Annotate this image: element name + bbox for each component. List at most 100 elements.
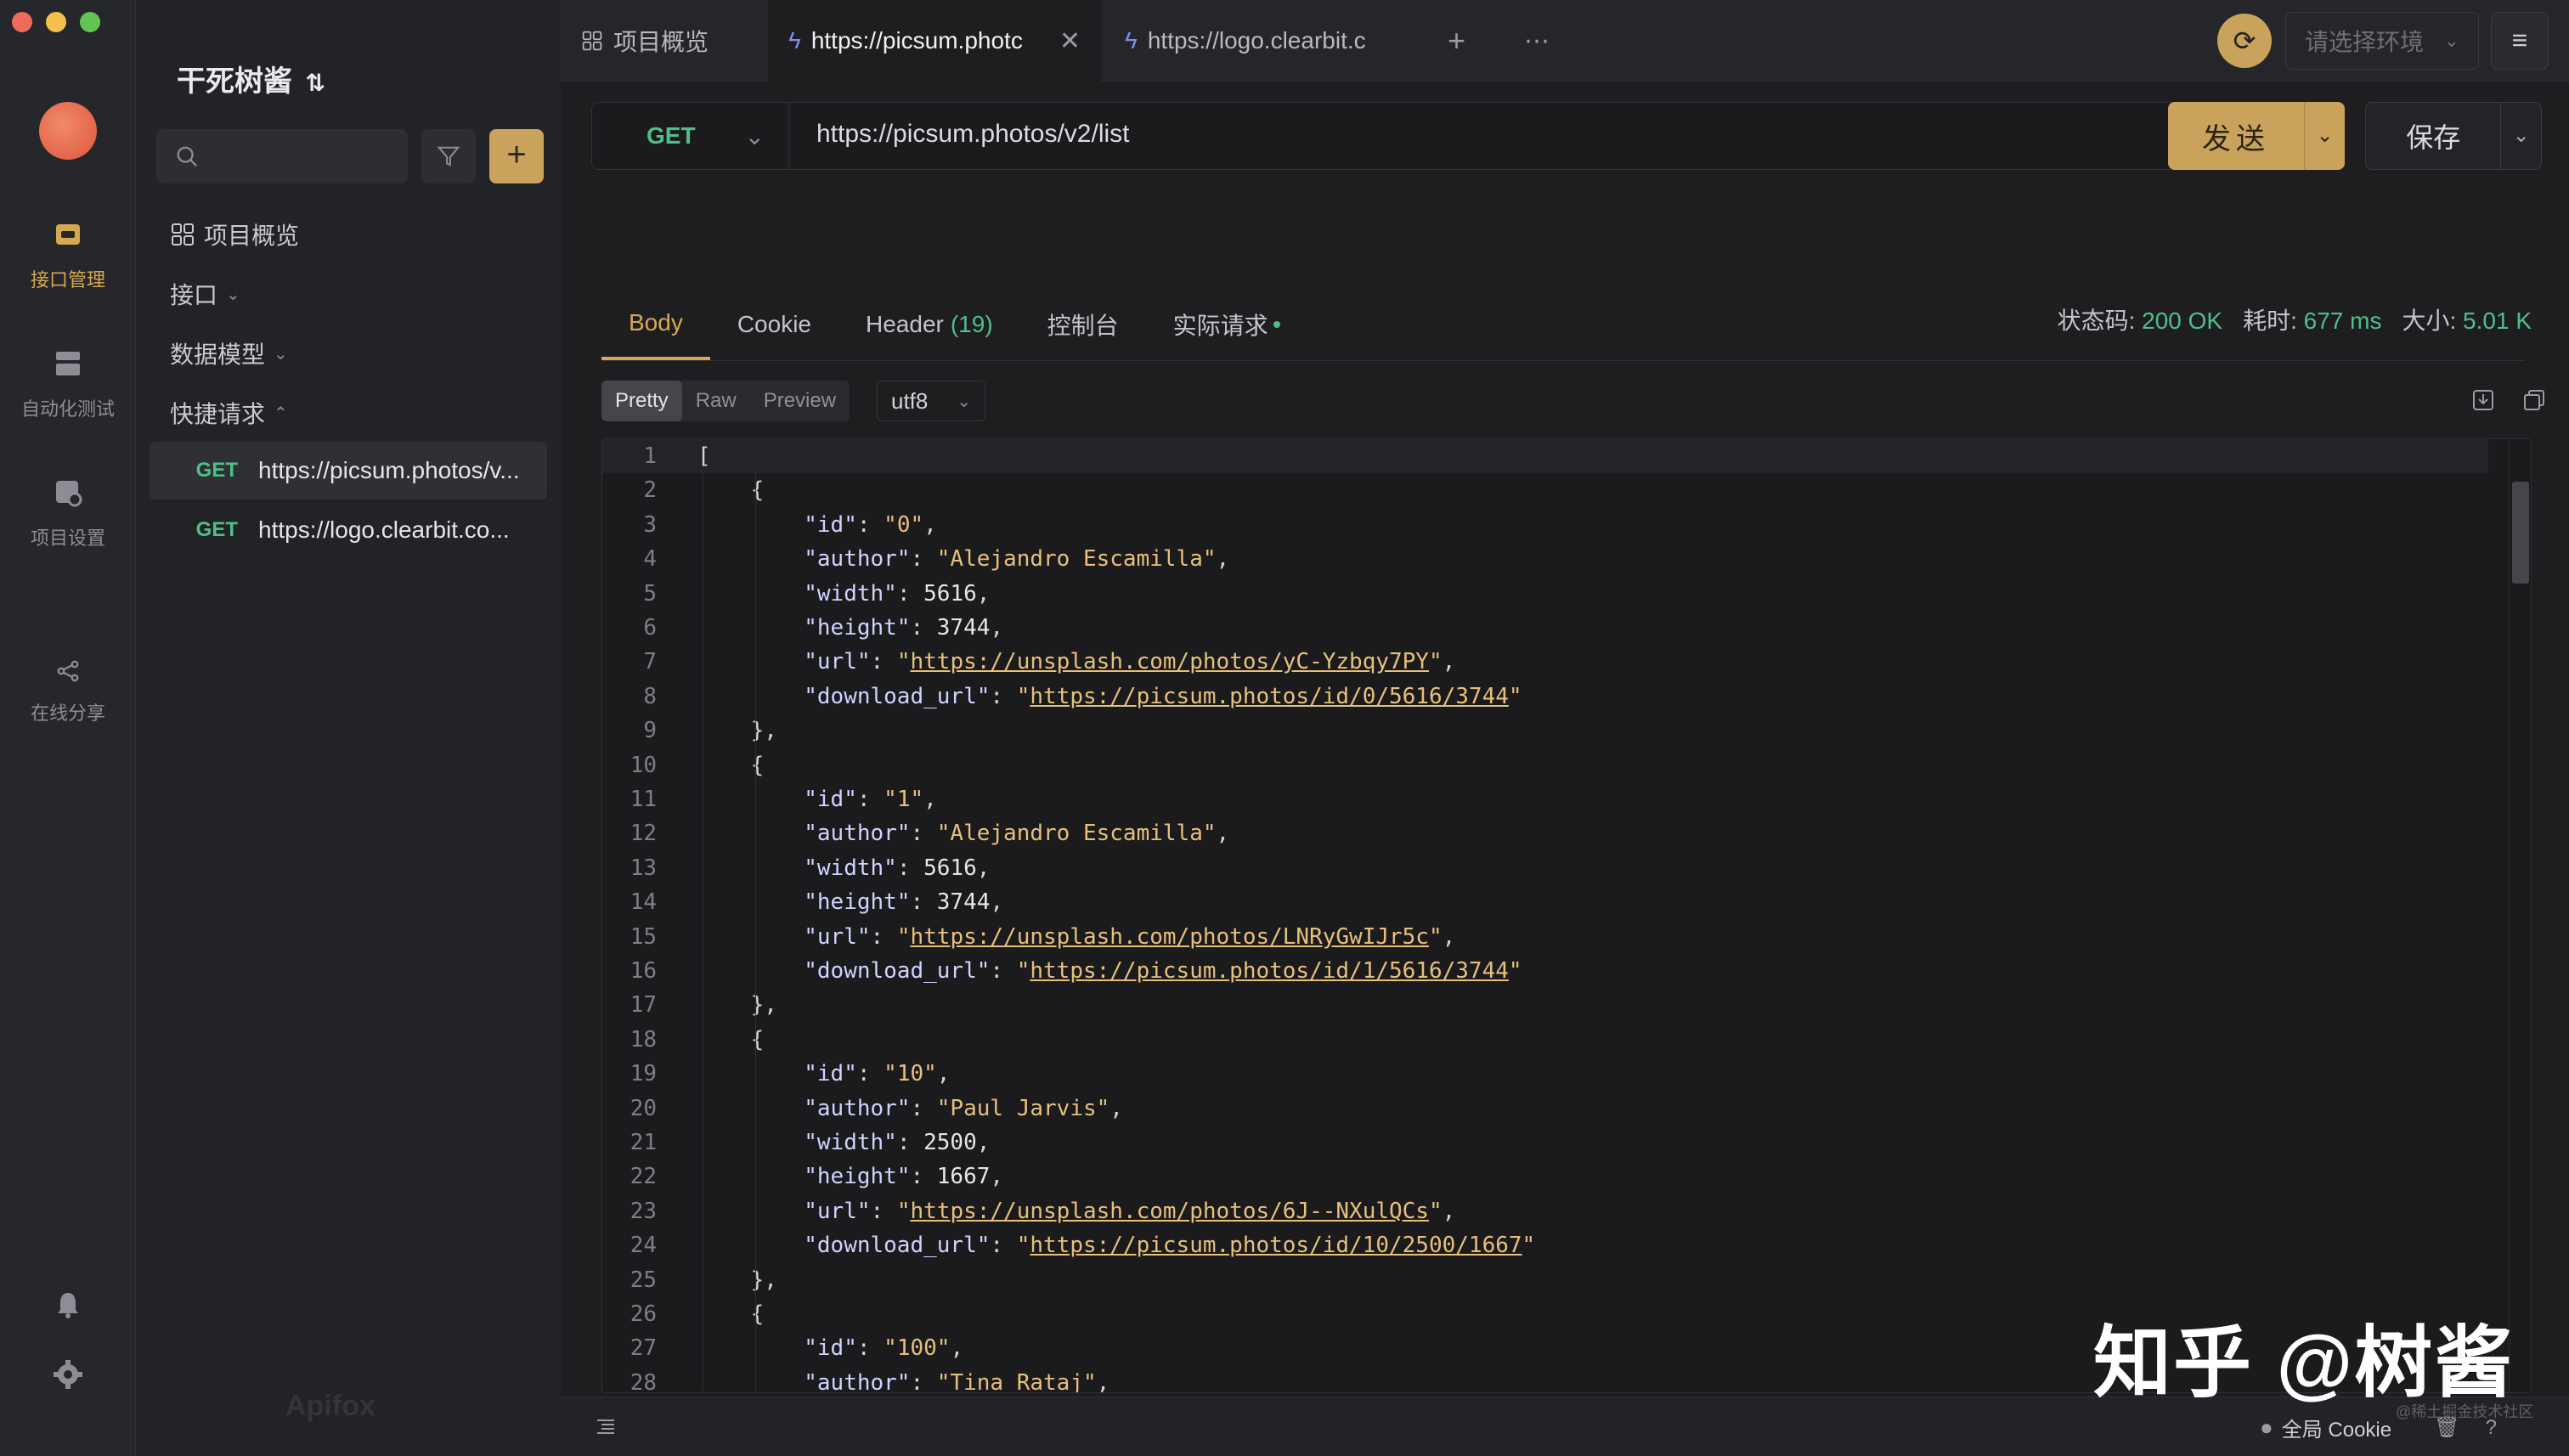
- sidebar-item-quick-requests[interactable]: 快捷请求 ⌃: [170, 396, 288, 430]
- tab-overview[interactable]: 项目概览: [561, 0, 765, 82]
- format-pretty[interactable]: Pretty: [601, 381, 682, 421]
- chevron-down-icon[interactable]: ⌄: [2500, 102, 2541, 170]
- line-number: 12: [630, 821, 657, 847]
- sidebar-item-apis[interactable]: 接口 ⌄: [170, 277, 240, 311]
- method-select[interactable]: GET ⌄: [592, 103, 789, 169]
- code-line: 24 "download_url": "https://picsum.photo…: [602, 1228, 2488, 1262]
- send-button[interactable]: 发送 ⌄: [2168, 102, 2345, 170]
- response-body-editor[interactable]: 1[2 {3 "id": "0", 4 "author": "Alejandro …: [601, 438, 2532, 1393]
- line-number: 23: [630, 1198, 657, 1224]
- format-preview[interactable]: Preview: [750, 381, 850, 421]
- code-line: 2 {: [602, 473, 2488, 507]
- request-url: https://logo.clearbit.co...: [258, 516, 510, 543]
- time-label: 耗时:: [2243, 308, 2297, 334]
- request-item[interactable]: GET https://picsum.photos/v...: [150, 442, 547, 499]
- request-item[interactable]: GET https://logo.clearbit.co...: [150, 501, 547, 559]
- line-number: 8: [643, 683, 657, 709]
- search-icon: [177, 146, 198, 167]
- gear-icon[interactable]: [53, 1359, 83, 1390]
- search-input[interactable]: [156, 129, 408, 183]
- sidebar-item-label: 快捷请求: [170, 401, 266, 427]
- tab-header[interactable]: Header (19): [838, 289, 1020, 360]
- save-label: 保存: [2406, 122, 2461, 153]
- main-panel: 项目概览 ϟ https://picsum.photc ✕ ϟ https://…: [561, 0, 2569, 1456]
- minimize-window-button[interactable]: [46, 12, 66, 32]
- refresh-icon: ⟳: [2233, 25, 2256, 56]
- code-text: [: [697, 443, 711, 469]
- rail-item-api-management[interactable]: 接口管理: [0, 217, 136, 292]
- plus-icon: +: [1448, 23, 1466, 58]
- code-line: 9 },: [602, 714, 2488, 748]
- line-number: 16: [630, 958, 657, 984]
- zhihu-watermark: 知乎 @树酱: [2093, 1320, 2515, 1407]
- scrollbar-thumb[interactable]: [2512, 482, 2529, 584]
- project-switcher[interactable]: 干死树酱 ⇅: [177, 58, 325, 99]
- line-number: 10: [630, 752, 657, 778]
- code-line: 13 "width": 5616,: [602, 851, 2488, 885]
- tab-request-clearbit[interactable]: ϟ https://logo.clearbit.c: [1104, 0, 1410, 82]
- line-number: 24: [630, 1233, 657, 1259]
- code-text: "download_url": "https://picsum.photos/i…: [804, 683, 1522, 709]
- sidebar-item-data-model[interactable]: 数据模型 ⌄: [170, 336, 288, 370]
- line-number: 4: [643, 546, 657, 573]
- close-window-button[interactable]: [12, 12, 32, 32]
- code-text: {: [697, 1301, 765, 1327]
- download-icon[interactable]: [2470, 387, 2496, 413]
- tab-actual-request[interactable]: 实际请求: [1146, 289, 1307, 360]
- line-number: 22: [630, 1164, 657, 1190]
- rail-item-automation[interactable]: 自动化测试: [0, 347, 136, 421]
- line-number: 3: [643, 511, 657, 538]
- sidebar-item-label: 接口: [170, 282, 218, 308]
- bell-icon[interactable]: [53, 1290, 83, 1320]
- code-line: 21 "width": 2500,: [602, 1126, 2488, 1160]
- code-line: 12 "author": "Alejandro Escamilla",: [602, 816, 2488, 850]
- menu-button[interactable]: ≡: [2491, 12, 2549, 70]
- tab-console[interactable]: 控制台: [1020, 289, 1146, 360]
- format-raw[interactable]: Raw: [682, 381, 750, 421]
- code-text: "width": 5616,: [804, 855, 991, 881]
- code-line: 25 },: [602, 1263, 2488, 1297]
- filter-button[interactable]: [421, 129, 476, 183]
- new-tab-button[interactable]: +: [1427, 0, 1486, 82]
- line-number: 20: [630, 1095, 657, 1121]
- sidebar-item-overview[interactable]: 项目概览: [170, 217, 299, 251]
- tab-body[interactable]: Body: [601, 289, 710, 360]
- list-icon[interactable]: [595, 1416, 617, 1438]
- save-button[interactable]: 保存 ⌄: [2365, 102, 2542, 170]
- copy-icon[interactable]: [2521, 387, 2547, 413]
- line-number: 11: [630, 787, 657, 812]
- size-label: 大小:: [2402, 308, 2457, 334]
- code-text: },: [697, 1267, 777, 1293]
- close-icon[interactable]: ✕: [1059, 26, 1081, 56]
- rail-item-label: 自动化测试: [20, 398, 115, 420]
- scrollbar[interactable]: [2509, 439, 2531, 1392]
- send-label: 发送: [2202, 122, 2270, 155]
- chevron-down-icon: ⌄: [957, 392, 971, 411]
- env-sync-button[interactable]: ⟳: [2217, 14, 2272, 68]
- chevron-down-icon[interactable]: ⌄: [2304, 102, 2345, 170]
- code-text: },: [697, 992, 777, 1019]
- rail-item-project-settings[interactable]: 项目设置: [0, 476, 136, 550]
- more-icon: ⋯: [1524, 26, 1550, 55]
- add-button[interactable]: +: [489, 129, 544, 183]
- rail-item-share[interactable]: 在线分享: [0, 657, 136, 725]
- chevron-down-icon: ⌄: [226, 285, 240, 304]
- code-text: "url": "https://unsplash.com/photos/6J--…: [804, 1198, 1456, 1224]
- rail-item-label: 在线分享: [30, 703, 105, 724]
- format-toggle: Pretty Raw Preview: [601, 381, 850, 421]
- request-url: https://picsum.photos/v...: [258, 457, 520, 483]
- url-input[interactable]: https://picsum.photos/v2/list: [816, 120, 1130, 149]
- more-tabs-button[interactable]: ⋯: [1504, 0, 1570, 82]
- maximize-window-button[interactable]: [80, 12, 100, 32]
- encoding-select[interactable]: utf8 ⌄: [877, 381, 985, 421]
- tab-request-picsum[interactable]: ϟ https://picsum.photc ✕: [768, 0, 1101, 82]
- environment-select[interactable]: 请选择环境 ⌄: [2285, 12, 2479, 70]
- code-text: "width": 2500,: [804, 1130, 991, 1155]
- code-text: {: [697, 1026, 765, 1052]
- project-settings-icon: [56, 481, 82, 507]
- line-number: 27: [630, 1335, 657, 1362]
- tab-cookie[interactable]: Cookie: [710, 289, 838, 360]
- rail-item-label: 项目设置: [30, 528, 105, 549]
- line-number: 19: [630, 1061, 657, 1087]
- code-text: "id": "100",: [804, 1335, 964, 1362]
